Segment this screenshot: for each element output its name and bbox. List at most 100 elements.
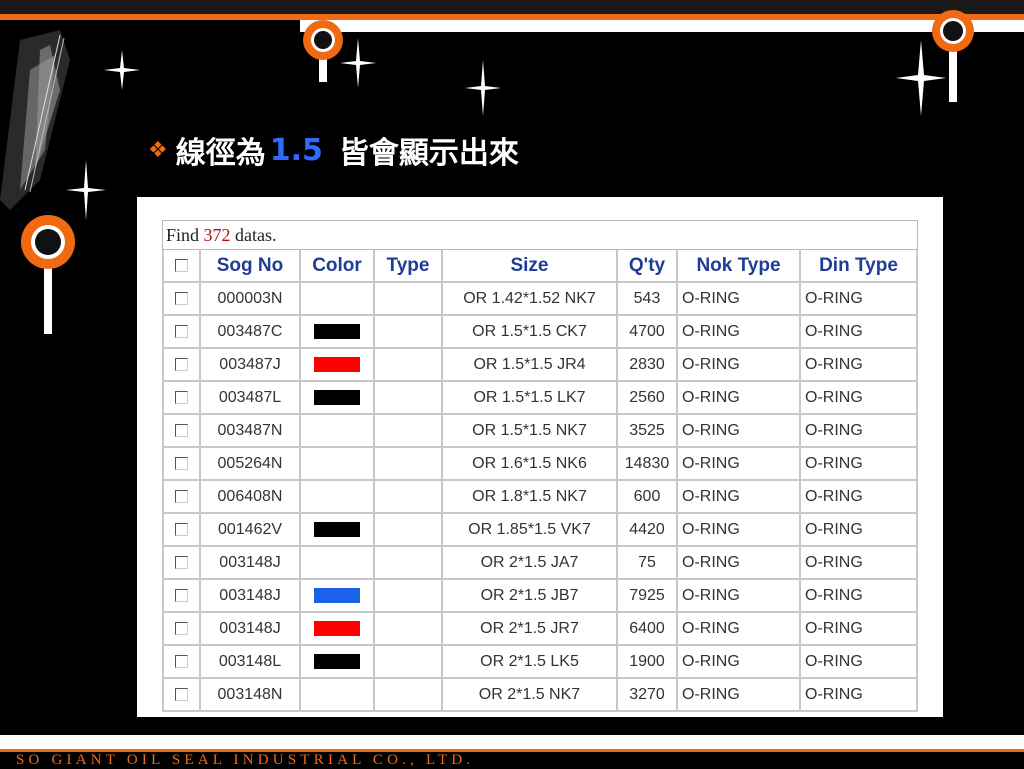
table-row[interactable]: 003487C OR 1.5*1.5 CK7 4700 O-RING O-RING — [162, 316, 918, 349]
row-checkbox-cell[interactable] — [162, 679, 201, 712]
size-cell: OR 2*1.5 NK7 — [443, 679, 618, 712]
row-checkbox-cell[interactable] — [162, 646, 201, 679]
type-cell — [375, 514, 443, 547]
nok-type-cell: O-RING — [678, 316, 801, 349]
size-cell: OR 2*1.5 LK5 — [443, 646, 618, 679]
size-cell: OR 1.5*1.5 LK7 — [443, 382, 618, 415]
screenshot-panel: Find 372 datas. Sog No Color Type Size Q… — [137, 197, 943, 717]
qty-cell: 3270 — [618, 679, 678, 712]
table-row[interactable]: 006408N OR 1.8*1.5 NK7 600 O-RING O-RING — [162, 481, 918, 514]
find-suffix: datas. — [230, 225, 277, 245]
color-swatch — [314, 389, 360, 405]
row-checkbox-cell[interactable] — [162, 481, 201, 514]
results-table-container: Find 372 datas. Sog No Color Type Size Q… — [162, 220, 918, 717]
column-header[interactable]: Sog No — [201, 250, 301, 283]
sog-no-cell: 003487J — [201, 349, 301, 382]
din-type-cell: O-RING — [801, 382, 918, 415]
sparkle-icon — [104, 50, 140, 90]
din-type-cell: O-RING — [801, 349, 918, 382]
row-checkbox[interactable] — [175, 489, 188, 503]
table-row[interactable]: 003148N OR 2*1.5 NK7 3270 O-RING O-RING — [162, 679, 918, 712]
table-row[interactable]: 005264N OR 1.6*1.5 NK6 14830 O-RING O-RING — [162, 448, 918, 481]
row-checkbox[interactable] — [175, 555, 188, 569]
din-type-cell: O-RING — [801, 481, 918, 514]
sog-no-cell: 000003N — [201, 283, 301, 316]
color-cell — [301, 415, 375, 448]
row-checkbox[interactable] — [175, 621, 188, 635]
qty-cell: 75 — [618, 547, 678, 580]
column-header[interactable]: Color — [301, 250, 375, 283]
color-cell — [301, 514, 375, 547]
din-type-cell: O-RING — [801, 283, 918, 316]
row-checkbox-cell[interactable] — [162, 448, 201, 481]
row-checkbox[interactable] — [175, 291, 188, 305]
qty-cell: 1900 — [618, 646, 678, 679]
table-row[interactable]: 001462V OR 1.85*1.5 VK7 4420 O-RING O-RING — [162, 514, 918, 547]
row-checkbox[interactable] — [175, 423, 188, 437]
sog-no-cell: 003487L — [201, 382, 301, 415]
table-row[interactable]: 003148J OR 2*1.5 JB7 7925 O-RING O-RING — [162, 580, 918, 613]
row-checkbox-cell[interactable] — [162, 382, 201, 415]
row-checkbox-cell[interactable] — [162, 514, 201, 547]
select-all-header[interactable] — [162, 250, 201, 283]
row-checkbox[interactable] — [175, 522, 188, 536]
row-checkbox[interactable] — [175, 357, 188, 371]
type-cell — [375, 580, 443, 613]
type-cell — [375, 547, 443, 580]
color-cell — [301, 382, 375, 415]
table-row[interactable]: 000003N OR 1.42*1.52 NK7 543 O-RING O-RING — [162, 283, 918, 316]
type-cell — [375, 415, 443, 448]
column-header[interactable]: Nok Type — [678, 250, 801, 283]
column-header[interactable]: Size — [443, 250, 618, 283]
row-checkbox[interactable] — [175, 324, 188, 338]
type-cell — [375, 283, 443, 316]
title-suffix: 皆會顯示出來 — [338, 136, 519, 171]
nok-type-cell: O-RING — [678, 481, 801, 514]
color-swatch — [314, 323, 360, 339]
row-checkbox[interactable] — [175, 390, 188, 404]
row-checkbox[interactable] — [175, 588, 188, 602]
type-cell — [375, 613, 443, 646]
row-checkbox[interactable] — [175, 456, 188, 470]
row-checkbox-cell[interactable] — [162, 415, 201, 448]
column-header[interactable]: Q'ty — [618, 250, 678, 283]
row-checkbox-cell[interactable] — [162, 316, 201, 349]
qty-cell: 7925 — [618, 580, 678, 613]
find-prefix: Find — [166, 225, 204, 245]
row-checkbox-cell[interactable] — [162, 547, 201, 580]
table-row[interactable]: 003487J OR 1.5*1.5 JR4 2830 O-RING O-RING — [162, 349, 918, 382]
orange-ring-icon — [21, 215, 75, 334]
column-header[interactable]: Type — [375, 250, 443, 283]
row-checkbox[interactable] — [175, 654, 188, 668]
row-checkbox-cell[interactable] — [162, 349, 201, 382]
table-row[interactable]: 003148L OR 2*1.5 LK5 1900 O-RING O-RING — [162, 646, 918, 679]
size-cell: OR 1.42*1.52 NK7 — [443, 283, 618, 316]
table-row[interactable]: 003148J OR 2*1.5 JA7 75 O-RING O-RING — [162, 547, 918, 580]
size-cell: OR 1.5*1.5 NK7 — [443, 415, 618, 448]
sog-no-cell: 003487N — [201, 415, 301, 448]
sparkle-icon — [340, 38, 376, 88]
table-row[interactable]: 003487L OR 1.5*1.5 LK7 2560 O-RING O-RING — [162, 382, 918, 415]
nok-type-cell: O-RING — [678, 448, 801, 481]
row-checkbox[interactable] — [175, 687, 188, 701]
row-checkbox-cell[interactable] — [162, 283, 201, 316]
color-cell — [301, 316, 375, 349]
type-cell — [375, 448, 443, 481]
row-checkbox-cell[interactable] — [162, 580, 201, 613]
nok-type-cell: O-RING — [678, 382, 801, 415]
color-cell — [301, 481, 375, 514]
sog-no-cell: 003148J — [201, 580, 301, 613]
nok-type-cell: O-RING — [678, 580, 801, 613]
color-cell — [301, 283, 375, 316]
din-type-cell: O-RING — [801, 547, 918, 580]
din-type-cell: O-RING — [801, 679, 918, 712]
select-all-checkbox[interactable] — [175, 258, 188, 272]
column-header[interactable]: Din Type — [801, 250, 918, 283]
row-checkbox-cell[interactable] — [162, 613, 201, 646]
qty-cell: 4420 — [618, 514, 678, 547]
table-header-row: Sog No Color Type Size Q'ty Nok Type Din… — [162, 250, 918, 283]
table-row[interactable]: 003148J OR 2*1.5 JR7 6400 O-RING O-RING — [162, 613, 918, 646]
table-row[interactable]: 003487N OR 1.5*1.5 NK7 3525 O-RING O-RING — [162, 415, 918, 448]
nok-type-cell: O-RING — [678, 283, 801, 316]
sog-no-cell: 003148J — [201, 547, 301, 580]
